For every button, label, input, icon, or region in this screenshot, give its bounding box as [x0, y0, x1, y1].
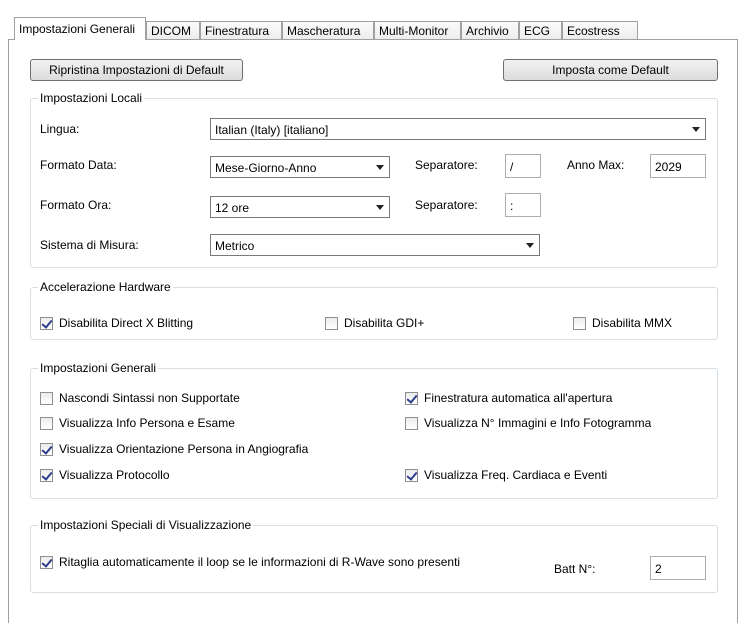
time-format-value: 12 ore: [215, 201, 250, 215]
language-select[interactable]: Italian (Italy) [italiano]: [210, 118, 706, 140]
set-as-default-button[interactable]: Imposta come Default: [503, 59, 718, 81]
disable-gdiplus-checkbox[interactable]: Disabilita GDI+: [325, 316, 424, 330]
tab-archive[interactable]: Archivio: [461, 21, 519, 40]
language-label: Lingua:: [40, 122, 80, 136]
hardware-acceleration-title: Accelerazione Hardware: [38, 280, 173, 294]
show-image-count-checkbox[interactable]: Visualizza N° Immagini e Info Fotogramma: [405, 416, 651, 430]
show-protocol-checkbox[interactable]: Visualizza Protocollo: [40, 468, 170, 482]
show-angio-orientation-label: Visualizza Orientazione Persona in Angio…: [59, 442, 309, 456]
auto-windowing-label: Finestratura automatica all'apertura: [424, 391, 613, 405]
checkbox-unchecked-icon: [325, 316, 338, 330]
beats-input[interactable]: 2: [650, 556, 706, 580]
hide-unsupported-syntax-label: Nascondi Sintassi non Supportate: [59, 391, 240, 405]
time-separator-input[interactable]: :: [505, 193, 541, 217]
checkbox-checked-icon: [40, 555, 53, 569]
general-settings-title: Impostazioni Generali: [38, 361, 159, 375]
date-format-select[interactable]: Mese-Giorno-Anno: [210, 156, 390, 178]
tab-ecostress[interactable]: Ecostress: [562, 21, 638, 40]
time-separator-value: :: [510, 199, 514, 213]
time-format-label: Formato Ora:: [40, 198, 112, 212]
checkbox-checked-icon: [40, 468, 53, 482]
disable-gdiplus-label: Disabilita GDI+: [344, 316, 425, 330]
disable-mmx-checkbox[interactable]: Disabilita MMX: [573, 316, 672, 330]
measure-system-value: Metrico: [215, 239, 255, 253]
hardware-acceleration-group: Accelerazione Hardware: [30, 280, 718, 340]
disable-directx-checkbox[interactable]: Disabilita Direct X Blitting: [40, 316, 193, 330]
time-separator-label: Separatore:: [415, 198, 478, 212]
show-heart-rate-checkbox[interactable]: Visualizza Freq. Cardiaca e Eventi: [405, 468, 607, 482]
measure-system-label: Sistema di Misura:: [40, 238, 139, 252]
show-protocol-label: Visualizza Protocollo: [59, 468, 170, 482]
max-year-label: Anno Max:: [567, 158, 625, 172]
checkbox-checked-icon: [405, 391, 418, 405]
tab-windowing[interactable]: Finestratura: [200, 21, 282, 40]
date-separator-input[interactable]: /: [505, 154, 541, 178]
date-format-value: Mese-Giorno-Anno: [215, 161, 317, 175]
tab-dicom[interactable]: DICOM: [146, 21, 200, 40]
date-separator-label: Separatore:: [415, 158, 478, 172]
checkbox-unchecked-icon: [405, 416, 418, 430]
checkbox-checked-icon: [405, 468, 418, 482]
show-heart-rate-label: Visualizza Freq. Cardiaca e Eventi: [424, 468, 608, 482]
local-settings-title: Impostazioni Locali: [38, 91, 145, 105]
date-separator-value: /: [510, 160, 514, 174]
chevron-down-icon: [692, 127, 700, 132]
restore-defaults-button[interactable]: Ripristina Impostazioni di Default: [30, 59, 243, 81]
language-value: Italian (Italy) [italiano]: [215, 123, 329, 137]
measure-system-select[interactable]: Metrico: [210, 234, 540, 256]
auto-crop-loop-label: Ritaglia automaticamente il loop se le i…: [59, 555, 461, 569]
hide-unsupported-syntax-checkbox[interactable]: Nascondi Sintassi non Supportate: [40, 391, 240, 405]
chevron-down-icon: [376, 205, 384, 210]
checkbox-unchecked-icon: [573, 316, 586, 330]
show-patient-info-checkbox[interactable]: Visualizza Info Persona e Esame: [40, 416, 235, 430]
auto-crop-loop-checkbox[interactable]: Ritaglia automaticamente il loop se le i…: [40, 555, 460, 569]
show-image-count-label: Visualizza N° Immagini e Info Fotogramma: [424, 416, 652, 430]
disable-mmx-label: Disabilita MMX: [592, 316, 673, 330]
date-format-label: Formato Data:: [40, 158, 117, 172]
beats-label: Batt N°:: [554, 562, 596, 576]
max-year-input[interactable]: 2029: [650, 154, 706, 178]
chevron-down-icon: [526, 243, 534, 248]
checkbox-unchecked-icon: [40, 416, 53, 430]
tab-ecg[interactable]: ECG: [519, 21, 562, 40]
time-format-select[interactable]: 12 ore: [210, 196, 390, 218]
special-display-title: Impostazioni Speciali di Visualizzazione: [38, 518, 254, 532]
show-patient-info-label: Visualizza Info Persona e Esame: [59, 416, 235, 430]
chevron-down-icon: [376, 165, 384, 170]
max-year-value: 2029: [655, 160, 682, 174]
show-angio-orientation-checkbox[interactable]: Visualizza Orientazione Persona in Angio…: [40, 442, 308, 456]
beats-value: 2: [655, 562, 662, 576]
checkbox-checked-icon: [40, 442, 53, 456]
tab-multi-monitor[interactable]: Multi-Monitor: [374, 21, 461, 40]
tab-masking[interactable]: Mascheratura: [282, 21, 374, 40]
checkbox-unchecked-icon: [40, 391, 53, 405]
auto-windowing-checkbox[interactable]: Finestratura automatica all'apertura: [405, 391, 612, 405]
checkbox-checked-icon: [40, 316, 53, 330]
disable-directx-label: Disabilita Direct X Blitting: [59, 316, 194, 330]
tab-general-settings[interactable]: Impostazioni Generali: [14, 17, 146, 40]
